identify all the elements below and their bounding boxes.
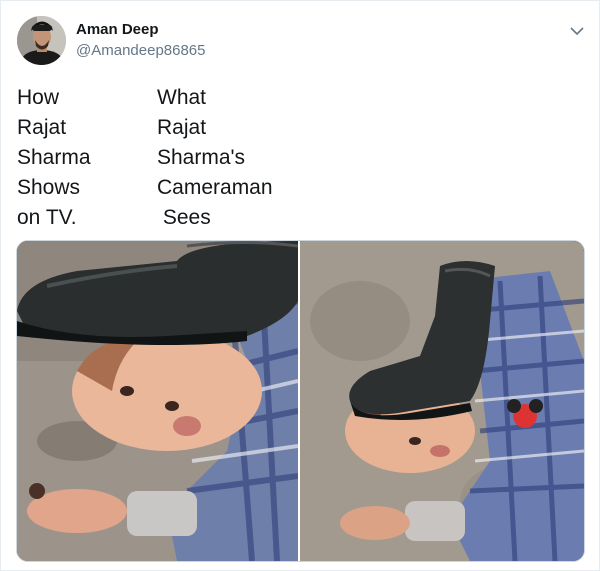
media-photo-right[interactable] — [300, 241, 584, 561]
tweet-card: Aman Deep @Amandeep86865 How Rajat Sharm… — [0, 0, 600, 571]
text-line: Sharma — [17, 146, 91, 169]
text-line: Sharma's — [157, 146, 246, 169]
tweet-text-left: How Rajat Sharma Shows on TV. — [17, 83, 91, 233]
media-photo-left[interactable] — [17, 241, 299, 561]
text-line: What — [157, 86, 207, 109]
chevron-down-icon[interactable] — [567, 21, 587, 41]
text-line: How — [17, 86, 60, 109]
text-line: on TV. — [17, 206, 77, 229]
author-handle[interactable]: @Amandeep86865 — [76, 42, 206, 59]
media-grid[interactable] — [16, 240, 585, 562]
tweet-text-right: What Rajat Sharma's Cameraman Sees — [157, 83, 273, 233]
author-name[interactable]: Aman Deep — [76, 21, 159, 38]
text-line: Sees — [157, 206, 211, 229]
text-line: Rajat — [157, 116, 207, 139]
text-line: Cameraman — [157, 176, 273, 199]
avatar[interactable] — [17, 16, 66, 65]
text-line: Shows — [17, 176, 81, 199]
avatar-image — [17, 16, 66, 65]
text-line: Rajat — [17, 116, 67, 139]
